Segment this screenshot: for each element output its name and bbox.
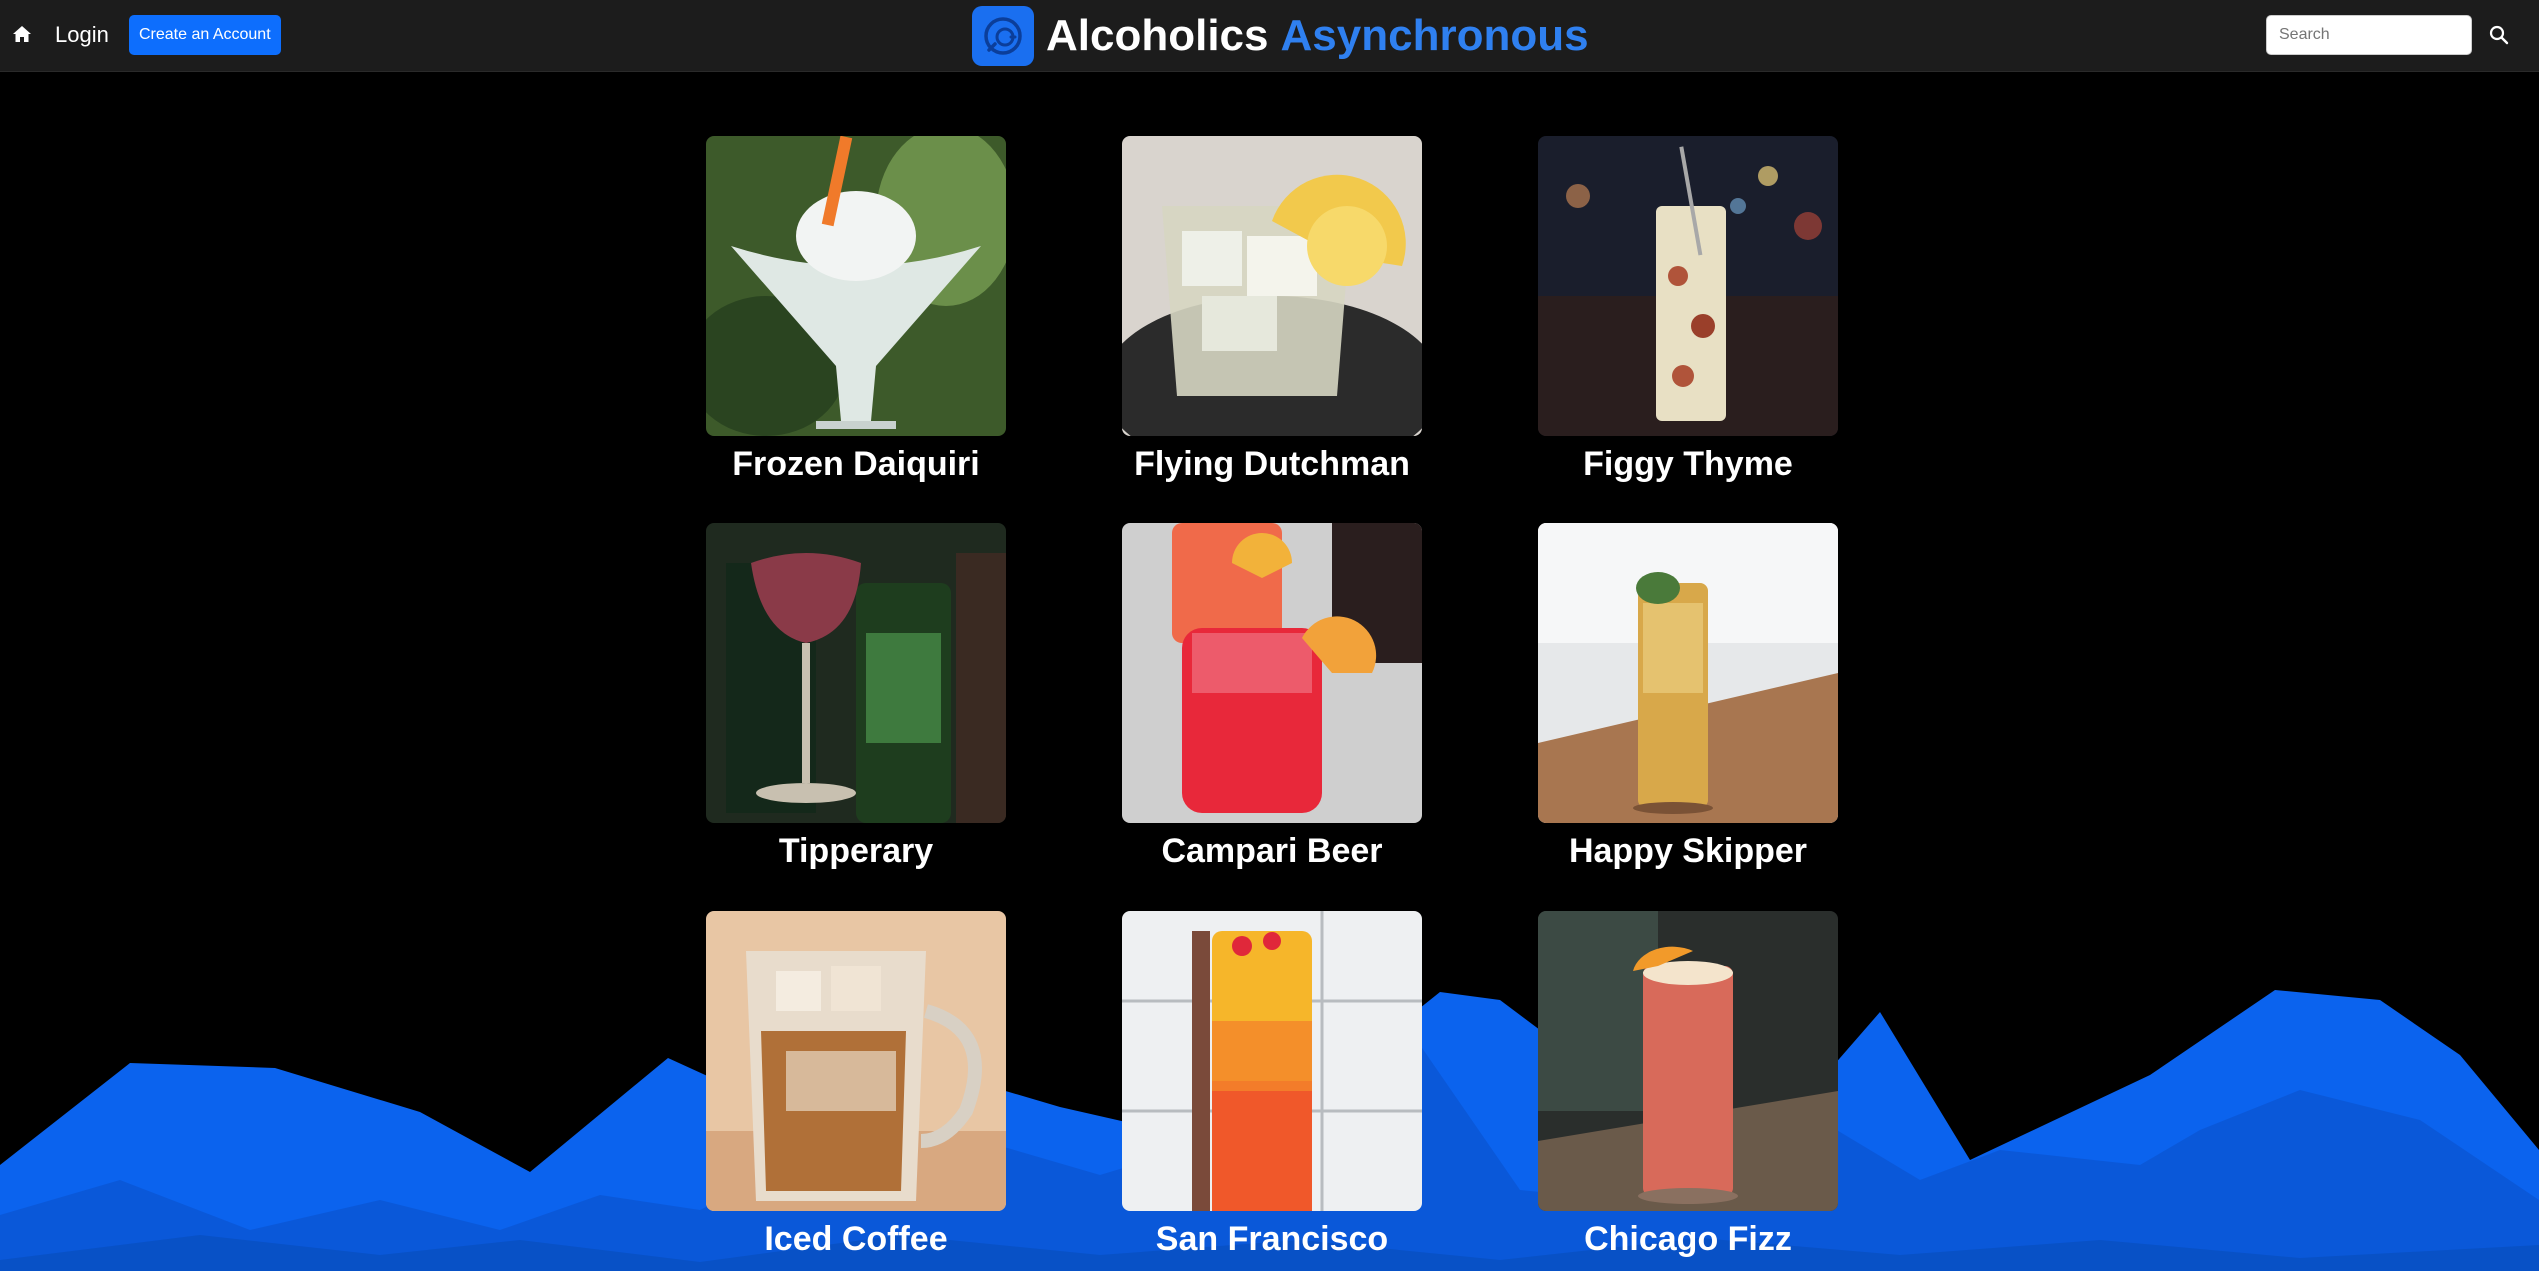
drink-image[interactable] <box>1538 136 1838 436</box>
drink-name[interactable]: Frozen Daiquiri <box>706 442 1006 486</box>
drink-name[interactable]: San Francisco <box>1122 1217 1422 1261</box>
drink-image[interactable] <box>706 136 1006 436</box>
drink-card-chicago-fizz[interactable]: Chicago Fizz <box>1538 911 1838 1261</box>
drink-card-figgy-thyme[interactable]: Figgy Thyme <box>1538 136 1838 486</box>
brand-title-primary: Alcoholics <box>1046 11 1269 60</box>
drink-name[interactable]: Figgy Thyme <box>1538 442 1838 486</box>
drink-image[interactable] <box>706 523 1006 823</box>
drink-name[interactable]: Tipperary <box>706 829 1006 873</box>
drink-image[interactable] <box>1538 911 1838 1211</box>
drink-name[interactable]: Flying Dutchman <box>1122 442 1422 486</box>
drink-card-happy-skipper[interactable]: Happy Skipper <box>1538 523 1838 873</box>
drink-image[interactable] <box>1538 523 1838 823</box>
drink-card-san-francisco[interactable]: San Francisco <box>1122 911 1422 1261</box>
drink-name[interactable]: Happy Skipper <box>1538 829 1838 873</box>
drink-card-frozen-daiquiri[interactable]: Frozen Daiquiri <box>706 136 1006 486</box>
search-icon[interactable] <box>2487 23 2511 47</box>
drink-name[interactable]: Iced Coffee <box>706 1217 1006 1261</box>
drink-image[interactable] <box>1122 911 1422 1211</box>
chat-bubble-icon <box>972 6 1034 66</box>
drink-image[interactable] <box>1122 136 1422 436</box>
drink-card-iced-coffee[interactable]: Iced Coffee <box>706 911 1006 1261</box>
drink-card-tipperary[interactable]: Tipperary <box>706 523 1006 873</box>
drink-name[interactable]: Campari Beer <box>1122 829 1422 873</box>
login-link[interactable]: Login <box>55 20 109 50</box>
brand-title-accent: Asynchronous <box>1280 11 1589 60</box>
create-account-button[interactable]: Create an Account <box>129 15 281 55</box>
drink-image[interactable] <box>1122 523 1422 823</box>
drink-card-flying-dutchman[interactable]: Flying Dutchman <box>1122 136 1422 486</box>
home-icon[interactable] <box>12 24 32 44</box>
search-input[interactable] <box>2266 15 2472 55</box>
drink-image[interactable] <box>706 911 1006 1211</box>
brand-logo[interactable]: Alcoholics Asynchronous <box>972 6 1589 66</box>
drink-card-campari-beer[interactable]: Campari Beer <box>1122 523 1422 873</box>
top-navbar: Login Create an Account Alcoholics Async… <box>0 0 2539 72</box>
drink-name[interactable]: Chicago Fizz <box>1538 1217 1838 1261</box>
